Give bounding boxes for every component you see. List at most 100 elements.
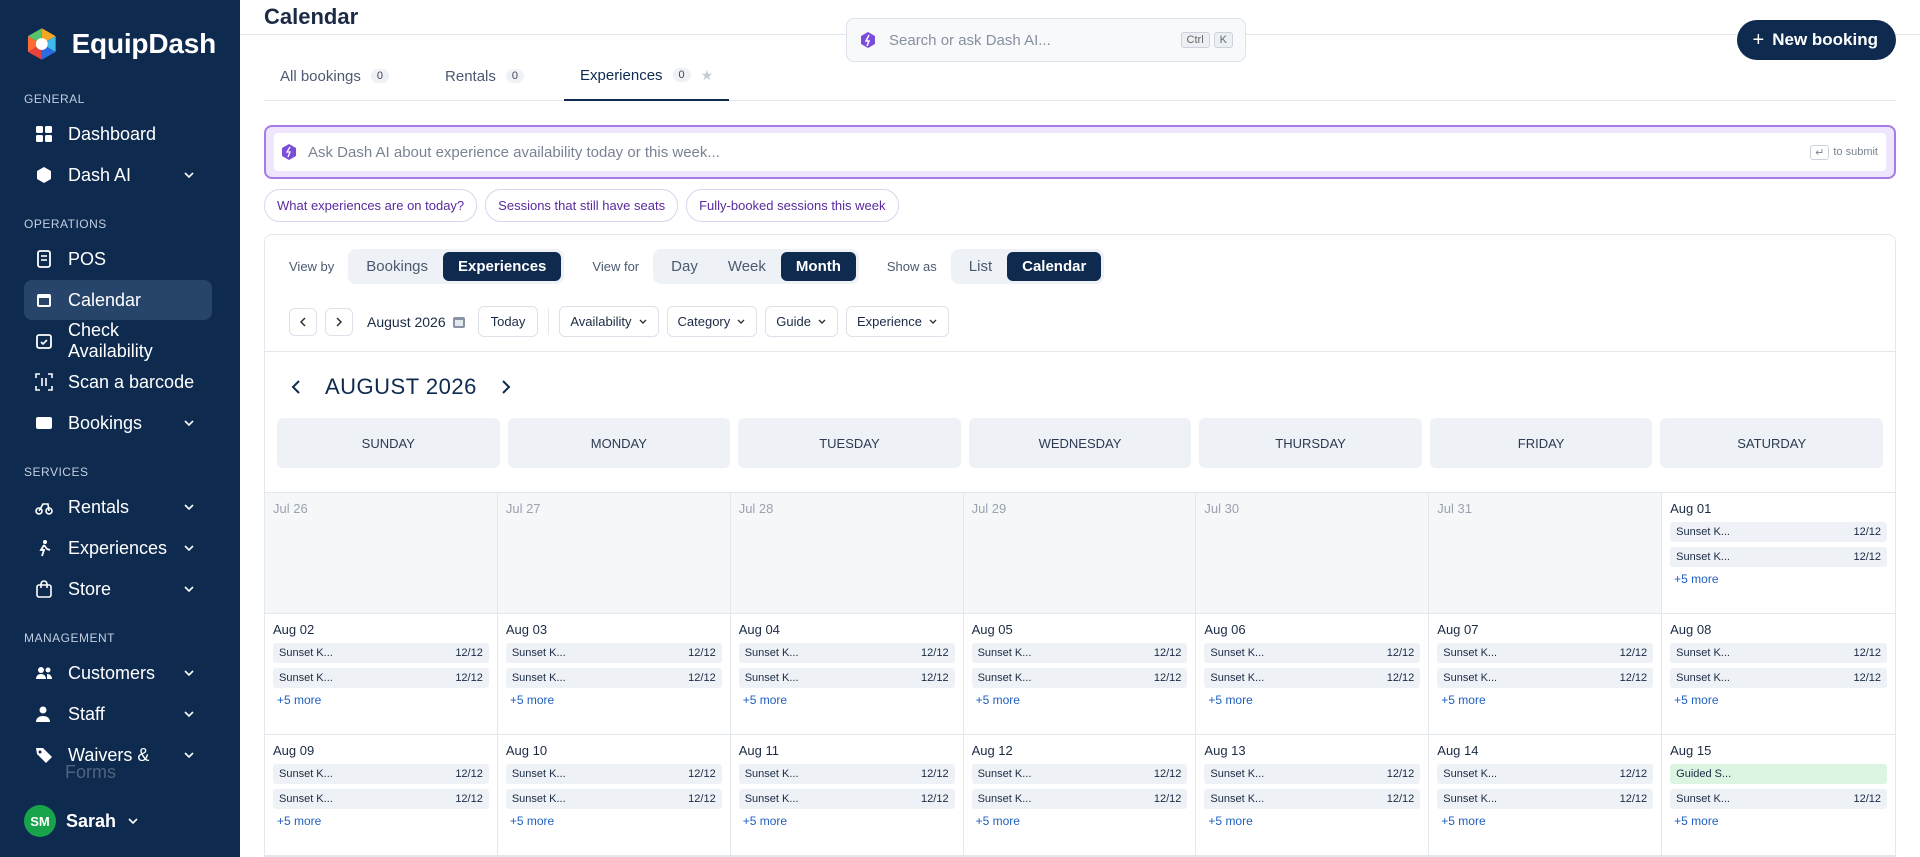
sidebar-item-pos[interactable]: POS bbox=[24, 239, 212, 279]
tab-rentals[interactable]: Rentals 0 bbox=[429, 51, 540, 101]
calendar-day-cell[interactable]: Aug 09 Sunset K... 12/12 Sunset K... 12/12 +5… bbox=[265, 735, 498, 856]
next-month-button[interactable] bbox=[325, 307, 353, 336]
calendar-event[interactable]: Sunset K... 12/12 bbox=[1437, 764, 1654, 784]
logo[interactable]: EquipDash bbox=[0, 0, 240, 64]
calendar-day-cell[interactable]: Aug 04 Sunset K... 12/12 Sunset K... 12/12 +5… bbox=[730, 614, 964, 735]
sidebar-item-check-availability[interactable]: Check Availability bbox=[24, 320, 212, 361]
more-events-link[interactable]: +5 more bbox=[1674, 693, 1887, 707]
sidebar-item-scan-barcode[interactable]: Scan a barcode bbox=[24, 362, 212, 402]
user-menu[interactable]: SM Sarah bbox=[24, 805, 140, 837]
calendar-event[interactable]: Sunset K... 12/12 bbox=[505, 643, 722, 663]
calendar-event[interactable]: Sunset K... 12/12 bbox=[1437, 668, 1654, 688]
calendar-event[interactable]: Sunset K... 12/12 bbox=[273, 668, 489, 688]
chevron-down-icon[interactable] bbox=[182, 416, 196, 430]
more-events-link[interactable]: +5 more bbox=[743, 693, 955, 707]
calendar-event[interactable]: Sunset K... 12/12 bbox=[1670, 547, 1887, 567]
today-button[interactable]: Today bbox=[477, 306, 539, 337]
sidebar-item-dash-ai[interactable]: Dash AI bbox=[24, 155, 212, 195]
more-events-link[interactable]: +5 more bbox=[1674, 814, 1887, 828]
calendar-day-cell[interactable]: Jul 29 bbox=[963, 493, 1197, 614]
calendar-day-cell[interactable]: Aug 05 Sunset K... 12/12 Sunset K... 12/12 +5… bbox=[963, 614, 1197, 735]
more-events-link[interactable]: +5 more bbox=[1674, 572, 1887, 586]
filter-guide[interactable]: Guide bbox=[765, 306, 838, 337]
more-events-link[interactable]: +5 more bbox=[1208, 693, 1420, 707]
calendar-day-cell[interactable]: Aug 15 Guided S... Sunset K... 12/12 +5 more bbox=[1662, 735, 1895, 856]
chevron-down-icon[interactable] bbox=[182, 582, 196, 596]
more-events-link[interactable]: +5 more bbox=[976, 693, 1188, 707]
calendar-day-cell[interactable]: Aug 03 Sunset K... 12/12 Sunset K... 12/12 +5… bbox=[497, 614, 731, 735]
more-events-link[interactable]: +5 more bbox=[976, 814, 1188, 828]
chevron-right-icon[interactable] bbox=[499, 379, 513, 395]
calendar-event[interactable]: Sunset K... 12/12 bbox=[971, 764, 1188, 784]
sidebar-item-waivers[interactable]: Waivers & bbox=[24, 735, 212, 775]
more-events-link[interactable]: +5 more bbox=[510, 693, 722, 707]
sidebar-item-store[interactable]: Store bbox=[24, 569, 212, 609]
suggestion-chip[interactable]: Fully-booked sessions this week bbox=[686, 189, 899, 222]
chevron-down-icon[interactable] bbox=[182, 748, 196, 762]
calendar-event[interactable]: Sunset K... 12/12 bbox=[971, 668, 1188, 688]
suggestion-chip[interactable]: What experiences are on today? bbox=[264, 189, 478, 222]
search-input[interactable]: Search or ask Dash AI... Ctrl K bbox=[846, 18, 1246, 62]
filter-availability[interactable]: Availability bbox=[559, 306, 659, 337]
calendar-event[interactable]: Sunset K... 12/12 bbox=[1437, 789, 1654, 809]
show-as-list[interactable]: List bbox=[954, 252, 1007, 281]
chevron-down-icon[interactable] bbox=[182, 168, 196, 182]
sidebar-item-staff[interactable]: Staff bbox=[24, 694, 212, 734]
filter-experience[interactable]: Experience bbox=[845, 306, 950, 337]
more-events-link[interactable]: +5 more bbox=[277, 693, 489, 707]
tab-all-bookings[interactable]: All bookings 0 bbox=[264, 51, 405, 101]
chevron-down-icon[interactable] bbox=[182, 541, 196, 555]
sidebar-item-customers[interactable]: Customers bbox=[24, 653, 212, 693]
calendar-day-cell[interactable]: Jul 26 bbox=[265, 493, 498, 614]
new-booking-button[interactable]: + New booking bbox=[1736, 20, 1896, 60]
calendar-event[interactable]: Sunset K... 12/12 bbox=[1670, 522, 1887, 542]
calendar-event[interactable]: Sunset K... 12/12 bbox=[1204, 668, 1421, 688]
star-icon[interactable]: ★ bbox=[701, 67, 714, 84]
suggestion-chip[interactable]: Sessions that still have seats bbox=[485, 189, 679, 222]
more-events-link[interactable]: +5 more bbox=[277, 814, 489, 828]
calendar-event[interactable]: Sunset K... 12/12 bbox=[971, 789, 1188, 809]
calendar-day-cell[interactable]: Aug 08 Sunset K... 12/12 Sunset K... 12/12 +5… bbox=[1662, 614, 1895, 735]
more-events-link[interactable]: +5 more bbox=[1441, 693, 1653, 707]
more-events-link[interactable]: +5 more bbox=[1208, 814, 1420, 828]
sidebar-item-dashboard[interactable]: Dashboard bbox=[24, 114, 212, 154]
calendar-event[interactable]: Sunset K... 12/12 bbox=[273, 643, 489, 663]
calendar-event[interactable]: Sunset K... 12/12 bbox=[971, 643, 1188, 663]
filter-category[interactable]: Category bbox=[666, 306, 758, 337]
calendar-day-cell[interactable]: Jul 30 bbox=[1196, 493, 1430, 614]
ai-prompt-input[interactable]: Ask Dash AI about experience availabilit… bbox=[274, 133, 1886, 171]
sidebar-item-experiences[interactable]: Experiences bbox=[24, 528, 212, 568]
calendar-day-cell[interactable]: Aug 02 Sunset K... 12/12 Sunset K... 12/12 +5… bbox=[265, 614, 498, 735]
calendar-day-cell[interactable]: Aug 10 Sunset K... 12/12 Sunset K... 12/12 +5… bbox=[497, 735, 731, 856]
calendar-day-cell[interactable]: Aug 13 Sunset K... 12/12 Sunset K... 12/12 +5… bbox=[1196, 735, 1430, 856]
chevron-down-icon[interactable] bbox=[182, 666, 196, 680]
chevron-left-icon[interactable] bbox=[289, 379, 303, 395]
calendar-event[interactable]: Sunset K... 12/12 bbox=[738, 764, 955, 784]
calendar-event[interactable]: Sunset K... 12/12 bbox=[1204, 764, 1421, 784]
view-for-month[interactable]: Month bbox=[780, 252, 856, 281]
view-by-experiences[interactable]: Experiences bbox=[443, 252, 562, 281]
calendar-event[interactable]: Sunset K... 12/12 bbox=[1670, 789, 1887, 809]
sidebar-item-rentals[interactable]: Rentals bbox=[24, 487, 212, 527]
calendar-event[interactable]: Sunset K... 12/12 bbox=[1204, 643, 1421, 663]
calendar-event[interactable]: Sunset K... 12/12 bbox=[1670, 668, 1887, 688]
show-as-calendar[interactable]: Calendar bbox=[1007, 252, 1102, 281]
view-for-week[interactable]: Week bbox=[713, 252, 781, 281]
calendar-event[interactable]: Sunset K... 12/12 bbox=[505, 789, 722, 809]
calendar-event[interactable]: Sunset K... 12/12 bbox=[738, 643, 955, 663]
calendar-day-cell[interactable]: Aug 14 Sunset K... 12/12 Sunset K... 12/12 +5… bbox=[1429, 735, 1663, 856]
calendar-event[interactable]: Sunset K... 12/12 bbox=[273, 764, 489, 784]
calendar-day-cell[interactable]: Aug 06 Sunset K... 12/12 Sunset K... 12/12 +5… bbox=[1196, 614, 1430, 735]
calendar-event[interactable]: Sunset K... 12/12 bbox=[738, 668, 955, 688]
tab-experiences[interactable]: Experiences 0 ★ bbox=[564, 51, 730, 101]
calendar-day-cell[interactable]: Aug 07 Sunset K... 12/12 Sunset K... 12/12 +5… bbox=[1429, 614, 1663, 735]
calendar-event[interactable]: Sunset K... 12/12 bbox=[738, 789, 955, 809]
calendar-event[interactable]: Sunset K... 12/12 bbox=[273, 789, 489, 809]
calendar-event[interactable]: Sunset K... 12/12 bbox=[1437, 643, 1654, 663]
view-by-bookings[interactable]: Bookings bbox=[351, 252, 443, 281]
calendar-day-cell[interactable]: Aug 12 Sunset K... 12/12 Sunset K... 12/12 +5… bbox=[963, 735, 1197, 856]
chevron-down-icon[interactable] bbox=[182, 707, 196, 721]
calendar-day-cell[interactable]: Aug 11 Sunset K... 12/12 Sunset K... 12/12 +5… bbox=[730, 735, 964, 856]
calendar-event[interactable]: Sunset K... 12/12 bbox=[1670, 643, 1887, 663]
view-for-day[interactable]: Day bbox=[656, 252, 713, 281]
